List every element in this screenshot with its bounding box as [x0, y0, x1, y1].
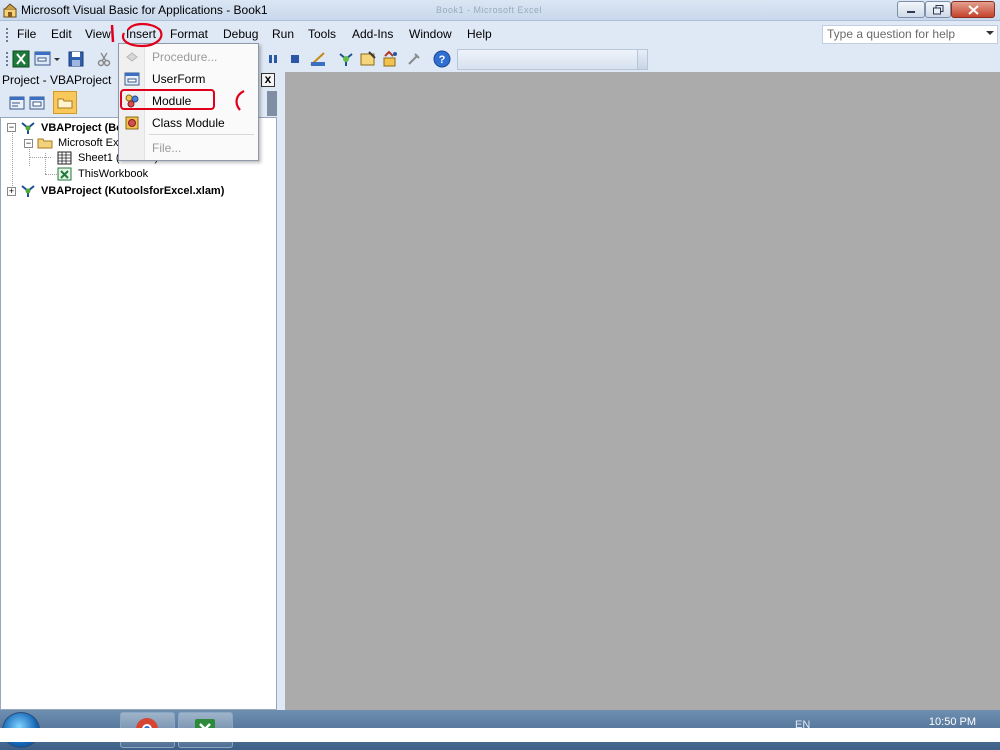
collapse-icon[interactable]: − [7, 123, 16, 132]
properties-window-icon[interactable] [359, 50, 377, 68]
menu-item-label: Class Module [152, 116, 225, 130]
tree-item-vbaproject-kutools[interactable]: VBAProject (KutoolsforExcel.xlam) [20, 183, 275, 199]
menu-run[interactable]: Run [272, 26, 294, 42]
minimize-icon [907, 10, 915, 13]
svg-text:?: ? [439, 54, 446, 66]
menubar-grip[interactable] [6, 28, 8, 42]
class-module-icon [125, 116, 139, 130]
background-window-title: Book1 - Microsoft Excel [436, 5, 543, 15]
help-search-placeholder: Type a question for help [827, 27, 956, 41]
menu-tools[interactable]: Tools [308, 26, 336, 42]
view-object-icon[interactable] [28, 94, 46, 112]
project-explorer-icon[interactable] [337, 50, 355, 68]
menu-item-userform[interactable]: UserForm [119, 68, 258, 90]
collapse-icon[interactable]: − [24, 139, 33, 148]
object-browser-icon[interactable] [381, 50, 399, 68]
tree-label: Microsoft Exc [58, 137, 125, 149]
tree-label: ThisWorkbook [78, 168, 149, 180]
tree-label: VBAProject (Bo [41, 122, 123, 134]
menu-debug[interactable]: Debug [223, 26, 258, 42]
chevron-down-icon[interactable] [986, 31, 994, 35]
menu-item-module[interactable]: Module [119, 90, 258, 112]
excel-view-icon[interactable] [12, 50, 30, 68]
help-search-box[interactable]: Type a question for help [822, 25, 998, 44]
menu-file[interactable]: File [17, 26, 36, 42]
chevron-down-icon[interactable] [637, 50, 647, 69]
menu-item-label: File... [152, 141, 182, 155]
project-tree: − VBAProject (Bo − Microsoft Exc Sheet1 … [0, 117, 277, 710]
toggle-folders-button[interactable] [53, 91, 77, 114]
clock-time[interactable]: 10:50 PM [928, 716, 976, 728]
menu-format[interactable]: Format [170, 26, 208, 42]
help-icon[interactable]: ? [433, 50, 451, 68]
windows-taskbar: EN 10:50 PM 15/1/2019 [0, 710, 1000, 750]
menu-separator [149, 134, 254, 135]
close-icon [967, 4, 979, 15]
break-icon[interactable] [264, 50, 282, 68]
minimize-button[interactable] [897, 1, 925, 18]
redaction-scribble [0, 728, 1000, 742]
reset-icon[interactable] [286, 50, 304, 68]
view-code-icon[interactable] [8, 94, 26, 112]
code-workspace[interactable] [285, 72, 1000, 710]
menu-item-file[interactable]: File... [119, 137, 258, 159]
language-indicator[interactable]: EN [795, 719, 810, 731]
module-icon [125, 94, 139, 108]
pane-scrollbar[interactable] [267, 91, 277, 116]
vbaproject-icon [21, 185, 35, 197]
folder-icon [37, 138, 53, 149]
toolbox-icon[interactable] [405, 50, 423, 68]
insert-userform-icon[interactable] [34, 50, 52, 68]
title-bar: Microsoft Visual Basic for Applications … [0, 0, 1000, 21]
window-title: Microsoft Visual Basic for Applications … [21, 3, 268, 17]
insert-menu-dropdown: Procedure... UserForm Module Class Modul… [118, 43, 259, 161]
menu-item-procedure[interactable]: Procedure... [119, 46, 258, 68]
toolbar-grip[interactable] [6, 52, 8, 66]
menu-add-ins[interactable]: Add-Ins [352, 26, 393, 42]
folder-icon [57, 98, 73, 109]
procedure-icon [126, 52, 138, 62]
workbook-icon [57, 167, 72, 181]
menu-item-class-module[interactable]: Class Module [119, 112, 258, 134]
clock-date[interactable]: 15/1/2019 [918, 732, 976, 744]
menu-item-label: Procedure... [152, 50, 218, 64]
pane-splitter[interactable] [277, 72, 285, 710]
tree-label: VBAProject (KutoolsforExcel.xlam) [41, 185, 225, 197]
save-icon[interactable] [67, 50, 85, 68]
menu-item-label: Module [152, 94, 192, 108]
vbaproject-icon [21, 122, 35, 134]
worksheet-icon [57, 151, 72, 165]
menu-edit[interactable]: Edit [51, 26, 72, 42]
menu-window[interactable]: Window [409, 26, 452, 42]
position-combo[interactable] [457, 49, 648, 70]
menu-insert[interactable]: Insert [126, 26, 156, 42]
menu-view[interactable]: View [85, 26, 111, 42]
project-explorer-pane: Project - VBAProject x − VBAProject (Bo … [0, 72, 277, 710]
restore-icon [932, 4, 943, 14]
userform-icon [124, 72, 140, 86]
menu-help[interactable]: Help [467, 26, 492, 42]
menu-item-label: UserForm [152, 72, 206, 86]
dropdown-arrow-icon[interactable] [53, 50, 61, 68]
vba-app-icon [3, 3, 17, 18]
tree-item-thisworkbook[interactable]: ThisWorkbook [57, 166, 257, 182]
restore-button[interactable] [925, 1, 951, 18]
expand-icon[interactable]: + [7, 187, 16, 196]
close-button[interactable] [951, 1, 995, 18]
project-pane-close-button[interactable]: x [261, 73, 275, 87]
design-mode-icon[interactable] [309, 50, 327, 68]
cut-icon[interactable] [95, 50, 113, 68]
